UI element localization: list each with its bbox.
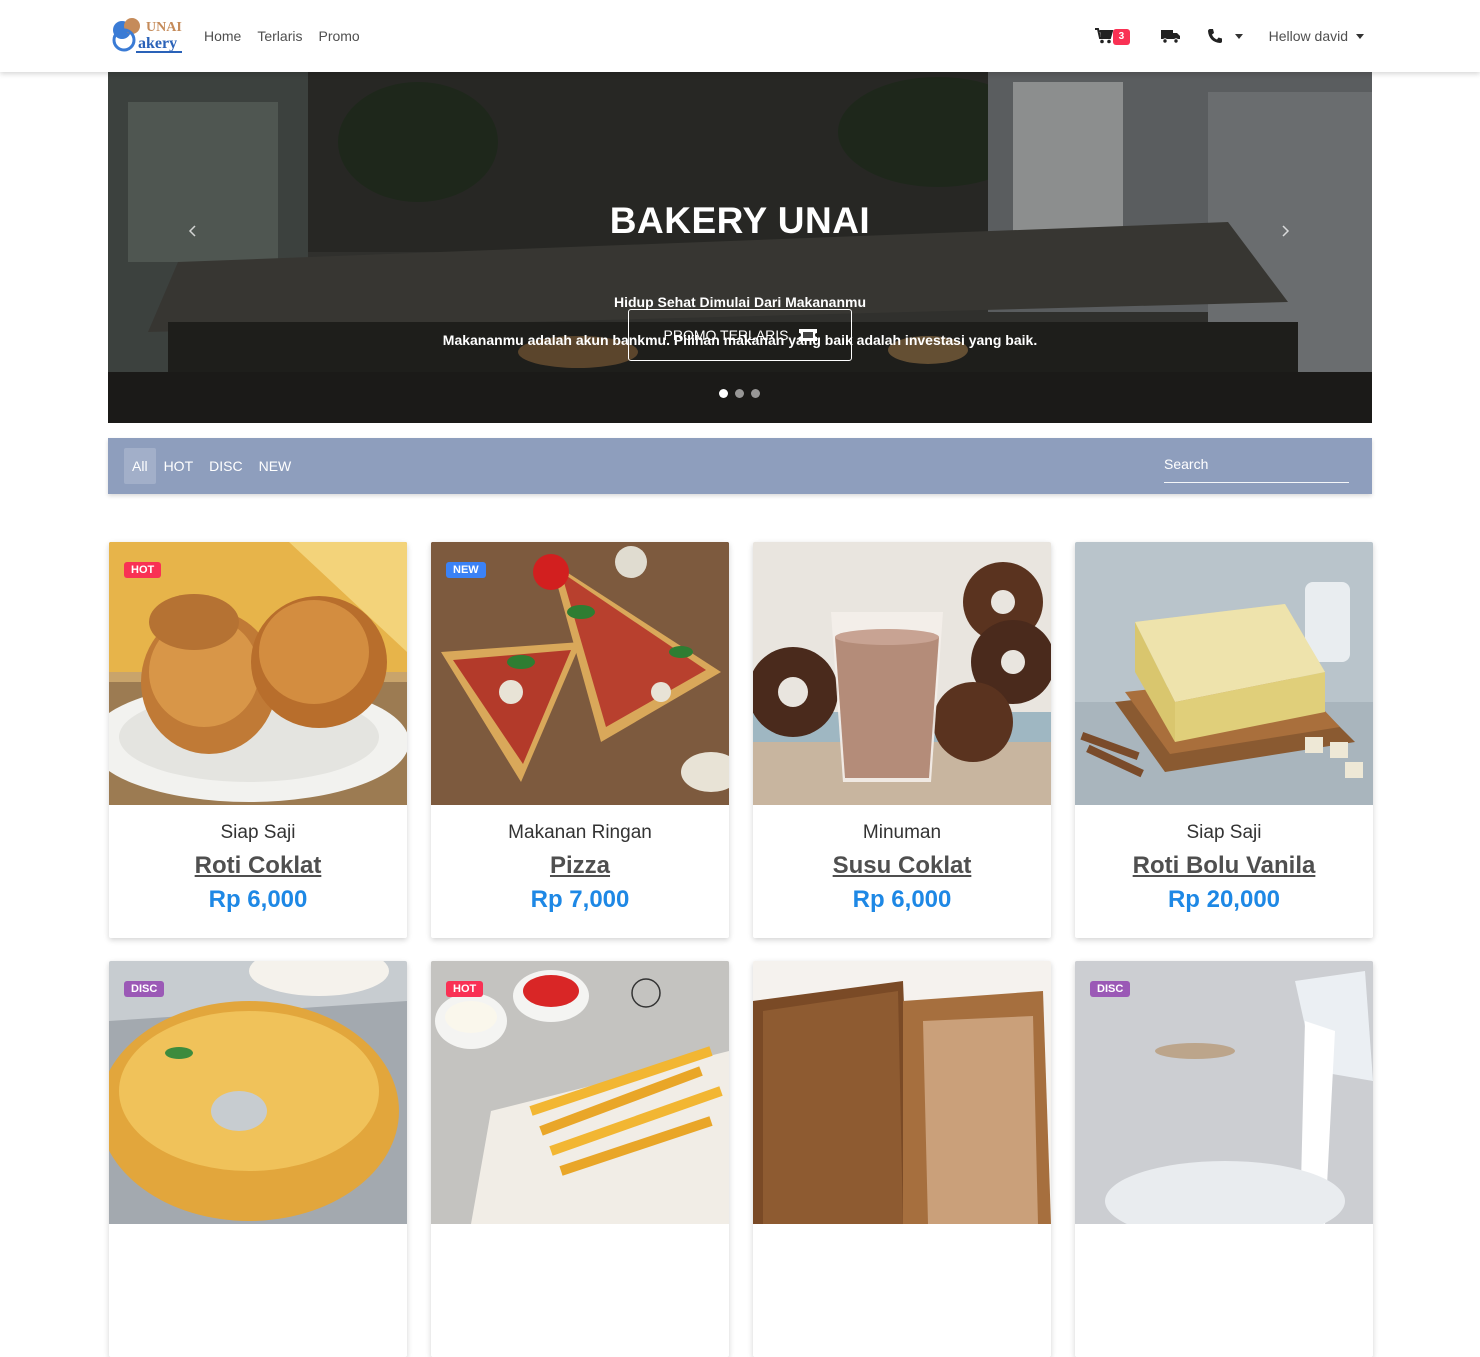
hero-carousel: BAKERY UNAI Hidup Sehat Dimulai Dari Mak…	[108, 72, 1372, 423]
disc-badge: DISC	[124, 981, 165, 997]
product-image	[109, 961, 407, 1224]
hot-badge: HOT	[124, 562, 162, 578]
product-category: Siap Saji	[220, 822, 296, 843]
product-image	[753, 961, 1051, 1224]
user-menu-dropdown[interactable]: Hellow david	[1269, 28, 1364, 44]
disc-badge: DISC	[1090, 981, 1131, 997]
promo-button-label: PROMO TERLARIS	[663, 327, 789, 343]
product-image	[431, 961, 729, 1224]
product-filter-bar: All HOT DISC NEW	[108, 438, 1372, 494]
product-card[interactable]: DISC	[1075, 961, 1373, 1357]
product-card[interactable]: Minuman Susu Coklat Rp 6,000	[753, 542, 1051, 938]
phone-icon	[1207, 29, 1222, 43]
nav-home[interactable]: Home	[204, 28, 241, 44]
nav-terlaris[interactable]: Terlaris	[257, 28, 302, 44]
product-image	[753, 542, 1051, 805]
hot-badge: HOT	[446, 981, 484, 997]
chevron-down-icon	[1234, 33, 1243, 39]
promo-terlaris-button[interactable]: PROMO TERLARIS	[628, 309, 852, 361]
carousel-indicator[interactable]	[735, 389, 744, 398]
product-card[interactable]: HOT	[431, 961, 729, 1357]
product-name-link[interactable]: Pizza	[431, 852, 729, 880]
product-image	[1075, 542, 1373, 805]
product-card[interactable]: NEW Makanan Ringan Pizza Rp 7,000	[431, 542, 729, 938]
product-card[interactable]	[753, 961, 1051, 1357]
tab-all[interactable]: All	[124, 448, 156, 484]
ticket-icon	[798, 329, 817, 341]
carousel-indicators	[719, 389, 760, 398]
product-category: Makanan Ringan	[508, 822, 652, 843]
chevron-down-icon	[1356, 33, 1364, 39]
product-image	[431, 542, 729, 805]
user-greeting: Hellow david	[1268, 28, 1348, 44]
cart-button[interactable]: 3	[1094, 24, 1135, 48]
svg-text:akery: akery	[138, 35, 177, 52]
product-card[interactable]: Siap Saji Roti Bolu Vanila Rp 20,000	[1075, 542, 1373, 938]
cart-count-badge: 3	[1112, 29, 1131, 45]
tab-disc[interactable]: DISC	[201, 448, 250, 484]
truck-icon	[1160, 30, 1180, 44]
product-card[interactable]: HOT Siap Saji Roti Coklat Rp 6,000	[109, 542, 407, 938]
product-name-link[interactable]: Roti Bolu Vanila	[1075, 852, 1373, 880]
svg-text:UNAI: UNAI	[146, 20, 182, 35]
carousel-prev-button[interactable]	[188, 224, 196, 242]
main-nav: Home Terlaris Promo	[204, 28, 360, 44]
chevron-left-icon	[188, 225, 196, 237]
delivery-button[interactable]	[1160, 24, 1181, 48]
cart-icon	[1094, 28, 1113, 44]
carousel-next-button[interactable]	[1282, 224, 1290, 242]
filter-tabs: All HOT DISC NEW	[124, 448, 299, 484]
product-price: Rp 6,000	[852, 886, 952, 913]
product-image	[109, 542, 407, 805]
product-category: Siap Saji	[1186, 822, 1262, 843]
product-image	[1075, 961, 1373, 1224]
search-field	[1164, 456, 1349, 483]
search-input[interactable]	[1164, 456, 1349, 472]
contact-dropdown[interactable]	[1207, 28, 1243, 44]
tab-new[interactable]: NEW	[251, 448, 300, 484]
product-name-link[interactable]: Roti Coklat	[109, 852, 407, 880]
chevron-right-icon	[1282, 225, 1290, 237]
product-name-link[interactable]: Susu Coklat	[753, 852, 1051, 880]
product-category: Minuman	[862, 822, 942, 843]
new-badge: NEW	[446, 562, 486, 578]
carousel-indicator[interactable]	[719, 389, 728, 398]
tab-hot[interactable]: HOT	[156, 448, 202, 484]
navbar: UNAI akery Home Terlaris Promo 3 Hellow …	[0, 0, 1480, 72]
header-actions: 3 Hellow david	[1094, 24, 1364, 48]
product-price: Rp 7,000	[530, 886, 630, 913]
hero-overlay	[108, 72, 1372, 423]
product-price: Rp 20,000	[1167, 886, 1281, 913]
nav-promo[interactable]: Promo	[318, 28, 359, 44]
carousel-indicator[interactable]	[751, 389, 760, 398]
hero-subtitle: Hidup Sehat Dimulai Dari Makananmu	[613, 294, 867, 310]
hero-title: BAKERY UNAI	[609, 200, 871, 241]
brand-logo[interactable]: UNAI akery	[108, 14, 184, 58]
product-price: Rp 6,000	[208, 886, 308, 913]
product-card[interactable]: DISC	[109, 961, 407, 1357]
